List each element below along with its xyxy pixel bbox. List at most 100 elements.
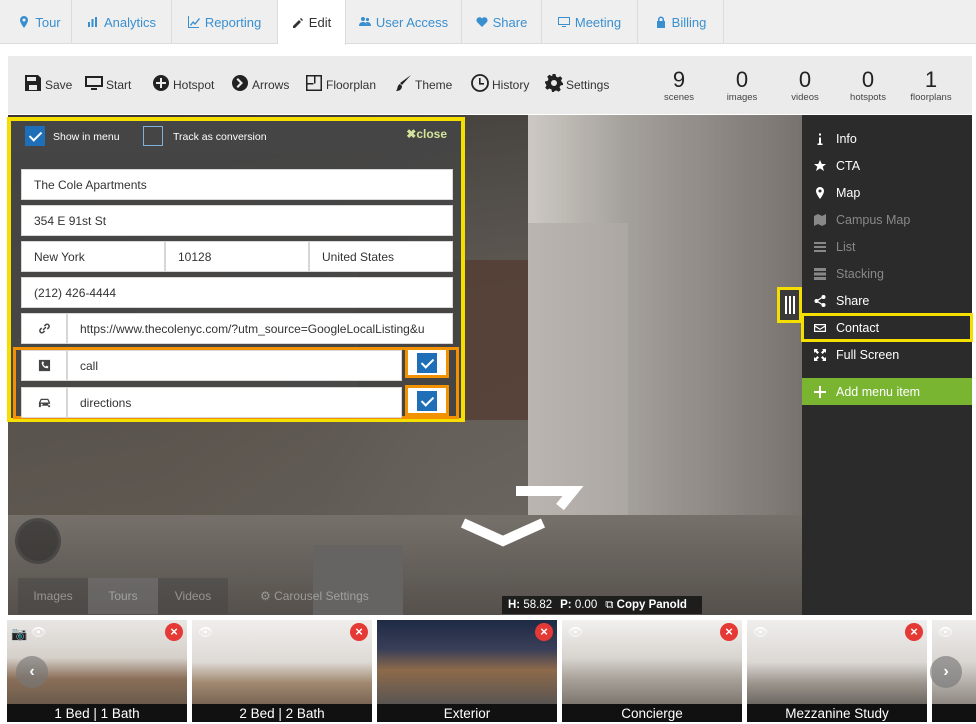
plus-circle-icon <box>153 75 169 91</box>
menu-item-contact[interactable]: Contact <box>801 313 973 342</box>
close-label: close <box>416 127 447 141</box>
show-in-menu-label: Show in menu <box>53 131 120 143</box>
call-label: call <box>80 358 99 373</box>
heading-label: H: <box>508 599 521 611</box>
zip-input[interactable] <box>178 249 308 264</box>
tab-share[interactable]: Share <box>462 0 542 44</box>
compass-icon[interactable] <box>15 518 61 564</box>
call-toggle[interactable] <box>405 347 449 378</box>
add-menu-item-button[interactable]: Add menu item <box>802 378 972 405</box>
stat-label: hotspots <box>850 92 886 103</box>
menu-item-full-screen[interactable]: Full Screen <box>802 341 972 368</box>
url-field[interactable] <box>67 313 453 344</box>
call-field[interactable]: call <box>67 350 402 381</box>
name-field[interactable] <box>21 169 453 200</box>
country-field[interactable] <box>309 241 453 272</box>
link-icon-cell <box>21 313 67 344</box>
copy-pano-id-button[interactable]: ⧉ Copy PanoId <box>605 599 687 612</box>
directions-checkbox[interactable] <box>417 390 437 411</box>
monitor-icon <box>557 17 570 27</box>
start-button[interactable]: Start <box>85 74 131 92</box>
directions-toggle[interactable] <box>405 385 449 416</box>
delete-scene-button[interactable]: × <box>720 623 738 641</box>
eye-icon[interactable]: 👁 <box>198 625 213 639</box>
close-button[interactable]: ✖close <box>406 127 447 141</box>
media-tabs: Images Tours Videos <box>18 578 228 614</box>
delete-scene-button[interactable]: × <box>905 623 923 641</box>
menu-item-campus-map[interactable]: Campus Map <box>802 206 972 233</box>
tab-label: Edit <box>308 15 332 30</box>
menu-item-map[interactable]: Map <box>802 179 972 206</box>
media-tab-images[interactable]: Images <box>18 578 88 614</box>
drag-handle[interactable] <box>777 287 802 323</box>
phone-input[interactable] <box>34 285 452 300</box>
delete-scene-button[interactable]: × <box>350 623 368 641</box>
directions-field[interactable]: directions <box>67 387 402 418</box>
scene-thumbnail[interactable]: 👁 × Concierge <box>562 620 742 722</box>
eye-icon[interactable]: 👁 <box>753 625 768 639</box>
delete-scene-button[interactable]: × <box>535 623 553 641</box>
directions-label: directions <box>80 395 132 410</box>
monitor-icon <box>85 76 103 90</box>
thumbnail-caption: Exterior <box>377 704 557 722</box>
filmstrip-prev-button[interactable]: ‹ <box>16 656 48 688</box>
link-icon <box>38 323 50 334</box>
menu-item-share[interactable]: Share <box>802 287 972 314</box>
theme-button[interactable]: Theme <box>394 74 452 92</box>
campus-map-icon <box>814 213 826 226</box>
pencil-icon <box>292 17 303 28</box>
tour-side-menu: Info CTA Map Campus Map List Stacking Sh… <box>801 115 973 615</box>
save-button[interactable]: Save <box>24 74 72 92</box>
stat-label: images <box>726 92 758 103</box>
city-input[interactable] <box>34 249 164 264</box>
menu-item-cta[interactable]: CTA <box>802 152 972 179</box>
arrow-circle-icon <box>232 75 248 91</box>
menu-item-info[interactable]: Info <box>802 125 972 152</box>
tab-label: Billing <box>671 14 707 30</box>
camera-icon[interactable]: 📷 <box>11 626 27 642</box>
top-tabs: Tour Analytics Reporting Edit User Acces… <box>0 0 976 45</box>
scene-thumbnail[interactable]: × Exterior <box>377 620 557 722</box>
city-field[interactable] <box>21 241 165 272</box>
phone-field[interactable] <box>21 277 453 308</box>
floorplan-button[interactable]: Floorplan <box>305 74 376 92</box>
gear-icon <box>545 74 563 92</box>
tab-billing[interactable]: Billing <box>638 0 724 44</box>
eye-icon[interactable]: 👁 <box>568 625 583 639</box>
list-icon <box>814 241 826 252</box>
street-field[interactable] <box>21 205 453 236</box>
filmstrip-next-button[interactable]: › <box>930 656 962 688</box>
hotspot-button[interactable]: Hotspot <box>152 74 214 92</box>
track-conversion-checkbox[interactable] <box>143 126 163 146</box>
tab-label: Meeting <box>574 14 622 30</box>
country-input[interactable] <box>322 249 452 264</box>
url-input[interactable] <box>80 321 452 336</box>
stat-label: floorplans <box>910 92 952 103</box>
tab-tour[interactable]: Tour <box>8 0 72 44</box>
tab-reporting[interactable]: Reporting <box>172 0 278 44</box>
star-icon <box>814 159 826 171</box>
arrows-button[interactable]: Arrows <box>231 74 289 92</box>
show-in-menu-checkbox[interactable] <box>25 126 45 146</box>
tab-meeting[interactable]: Meeting <box>542 0 638 44</box>
eye-icon[interactable]: 👁 <box>31 625 46 639</box>
media-tab-videos[interactable]: Videos <box>158 578 228 614</box>
carousel-settings-link[interactable]: ⚙ Carousel Settings <box>260 589 369 603</box>
history-button[interactable]: History <box>471 74 529 92</box>
tab-analytics[interactable]: Analytics <box>72 0 172 44</box>
tab-user-access[interactable]: User Access <box>346 0 462 44</box>
scene-thumbnail[interactable]: 👁 × Mezzanine Study <box>747 620 927 722</box>
menu-item-list[interactable]: List <box>802 233 972 260</box>
delete-scene-button[interactable]: × <box>165 623 183 641</box>
name-input[interactable] <box>34 177 452 192</box>
tab-edit[interactable]: Edit <box>278 0 346 45</box>
call-checkbox[interactable] <box>417 352 437 373</box>
street-input[interactable] <box>34 213 452 228</box>
menu-item-stacking[interactable]: Stacking <box>802 260 972 287</box>
settings-button[interactable]: Settings <box>545 74 609 92</box>
eye-icon[interactable]: 👁 <box>938 625 953 639</box>
carousel-settings-label: Carousel Settings <box>274 589 369 603</box>
zip-field[interactable] <box>165 241 309 272</box>
scene-thumbnail[interactable]: 👁 × 2 Bed | 2 Bath <box>192 620 372 722</box>
media-tab-tours[interactable]: Tours <box>88 578 158 614</box>
